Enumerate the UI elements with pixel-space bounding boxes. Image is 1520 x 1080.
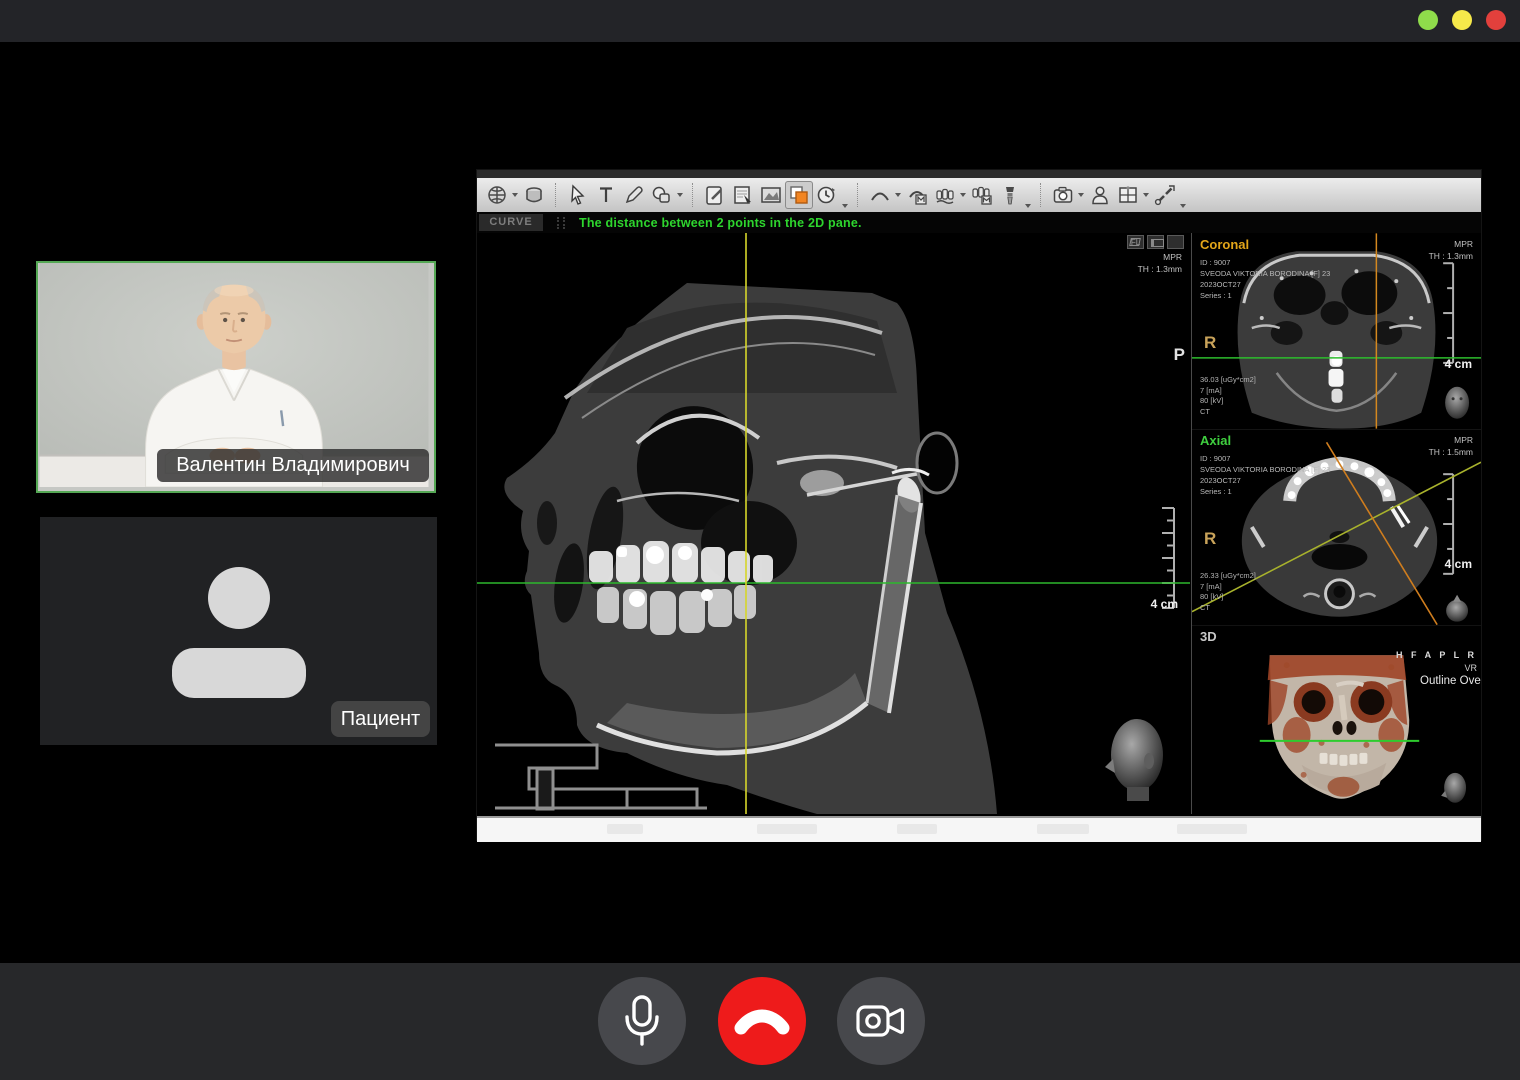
window-minimize-button[interactable] xyxy=(1418,10,1438,30)
mpr-mode-label: MPR xyxy=(1163,252,1182,262)
shared-screen-ct-viewer[interactable]: CURVE The distance between 2 points in t… xyxy=(477,170,1481,840)
text-annotation-icon[interactable] xyxy=(592,181,620,209)
scale-label: 4 cm xyxy=(1445,557,1472,571)
panorama-icon[interactable] xyxy=(931,181,959,209)
orientation-p-label: P xyxy=(1174,345,1185,365)
status-message: The distance between 2 points in the 2D … xyxy=(579,216,862,230)
outline-overlay-label[interactable]: Outline Overlay xyxy=(1420,675,1481,687)
report-edit-icon[interactable] xyxy=(701,181,729,209)
orientation-buttons-label[interactable]: H F A P L R xyxy=(1396,650,1477,660)
microphone-button[interactable] xyxy=(598,977,686,1065)
volume-3d-viewport[interactable]: 3D H F A P L R VR Outline Overlay xyxy=(1192,625,1481,814)
end-call-button[interactable] xyxy=(718,977,806,1065)
ct-content: FL MPR TH : 1.3mm P 4 cm xyxy=(477,233,1481,814)
viewport-corner-buttons: FL xyxy=(1127,235,1184,249)
overlay-active-icon[interactable] xyxy=(785,181,813,209)
camera-button[interactable] xyxy=(837,977,925,1065)
slice-select-icon[interactable] xyxy=(729,181,757,209)
window-close-button[interactable] xyxy=(1486,10,1506,30)
window-zoom-button[interactable] xyxy=(1452,10,1472,30)
ct-app-taskbar xyxy=(477,816,1481,842)
render-mode-label: VR xyxy=(1464,663,1477,673)
layout-icon[interactable] xyxy=(1114,181,1142,209)
orientation-head-icon xyxy=(1445,387,1469,419)
mpr-side-panels: Coronal ID : 9007 SVEODA VIKTORIA BORODI… xyxy=(1191,233,1481,814)
image-adjust-icon[interactable] xyxy=(757,181,785,209)
capture-icon[interactable] xyxy=(1049,181,1077,209)
dose-block: 26.33 [uGy*cm2] 7 [mA] 80 [kV] CT xyxy=(1200,571,1256,613)
history-reset-icon[interactable] xyxy=(813,181,841,209)
avatar-head-icon xyxy=(208,567,270,629)
patient-info-icon[interactable] xyxy=(1086,181,1114,209)
viewer-window-edge xyxy=(477,170,1481,178)
sagittal-viewport[interactable]: FL MPR TH : 1.3mm P 4 cm xyxy=(477,233,1190,814)
implant-icon[interactable] xyxy=(996,181,1024,209)
orientation-r-label: R xyxy=(1204,333,1216,353)
panel-title: Coronal xyxy=(1200,237,1249,252)
video-call-window: Валентин Владимирович Пациент xyxy=(0,0,1520,1080)
grid-view-icon[interactable] xyxy=(483,181,511,209)
select-cursor-icon[interactable] xyxy=(564,181,592,209)
curve-arch-icon[interactable] xyxy=(866,181,894,209)
mpr-mode-label: MPR xyxy=(1454,435,1473,445)
curve-tab[interactable]: CURVE xyxy=(479,214,543,231)
scale-label: 4 cm xyxy=(1445,357,1472,371)
patient-id-block: ID : 9007 SVEODA VIKTORIA BORODINA [F] 2… xyxy=(1200,453,1330,497)
avatar-body-icon xyxy=(172,648,306,698)
grid-button[interactable] xyxy=(1147,235,1164,249)
curve-arch-m-icon[interactable] xyxy=(903,181,931,209)
shape-annotation-icon[interactable] xyxy=(648,181,676,209)
ct-toolbar xyxy=(477,178,1481,212)
window-titlebar xyxy=(0,0,1520,42)
microphone-icon xyxy=(612,991,672,1051)
orientation-r-label: R xyxy=(1204,529,1216,549)
settings-tools-icon[interactable] xyxy=(1151,181,1179,209)
coronal-viewport[interactable]: Coronal ID : 9007 SVEODA VIKTORIA BORODI… xyxy=(1192,233,1481,430)
pencil-draw-icon[interactable] xyxy=(620,181,648,209)
mpr-mode-label: MPR xyxy=(1454,239,1473,249)
panorama-m-icon[interactable] xyxy=(968,181,996,209)
participant-name-label: Пациент xyxy=(331,701,430,737)
end-call-icon xyxy=(732,991,792,1051)
expand-button[interactable] xyxy=(1167,235,1184,249)
thickness-label: TH : 1.5mm xyxy=(1429,447,1473,457)
patient-id-block: ID : 9007 SVEODA VIKTORIA BORODINA [F] 2… xyxy=(1200,257,1330,301)
sagittal-ct-image xyxy=(477,233,1190,814)
thickness-label: TH : 1.3mm xyxy=(1429,251,1473,261)
axial-viewport[interactable]: Axial ID : 9007 SVEODA VIKTORIA BORODINA… xyxy=(1192,429,1481,626)
call-controls xyxy=(0,963,1520,1080)
participant-name-label: Валентин Владимирович xyxy=(157,449,429,482)
ct-statusbar: CURVE The distance between 2 points in t… xyxy=(477,212,1481,233)
panel-title: 3D xyxy=(1200,629,1217,644)
volume-3d-icon[interactable] xyxy=(520,181,548,209)
participant-video-doctor[interactable]: Валентин Владимирович xyxy=(36,261,436,493)
participant-video-patient[interactable]: Пациент xyxy=(40,517,437,745)
camera-icon xyxy=(851,991,911,1051)
panel-title: Axial xyxy=(1200,433,1231,448)
thickness-label: TH : 1.3mm xyxy=(1138,264,1182,274)
drag-grip-icon xyxy=(557,217,565,229)
dose-block: 36.03 [uGy*cm2] 7 [mA] 80 [kV] CT xyxy=(1200,375,1256,417)
scale-label: 4 cm xyxy=(1151,597,1178,611)
